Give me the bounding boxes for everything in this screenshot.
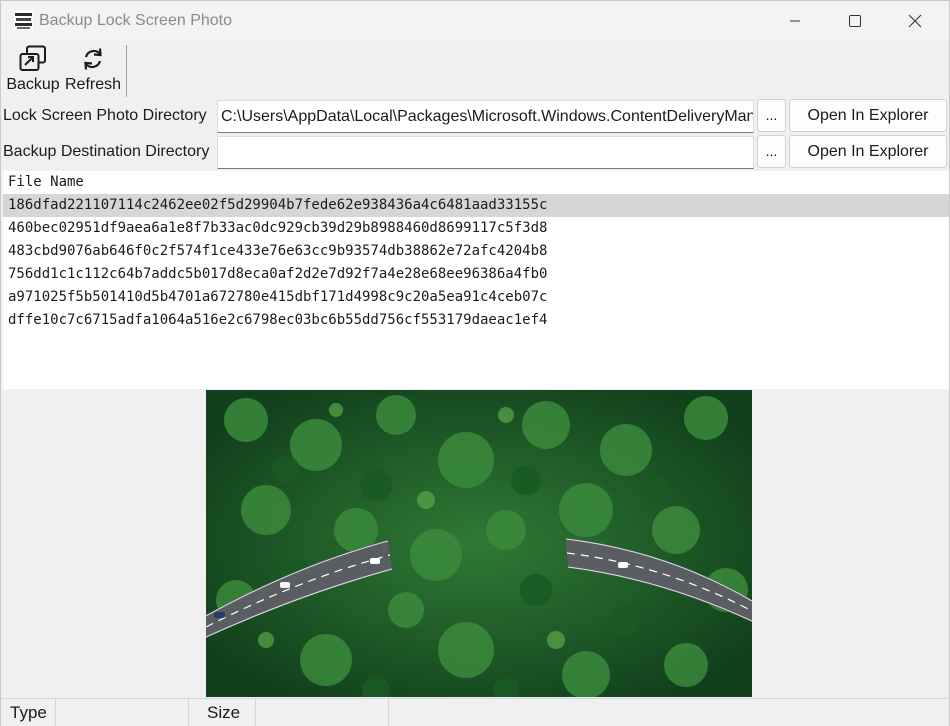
- status-type-label: Type: [10, 703, 47, 722]
- list-item[interactable]: 186dfad221107114c2462ee02f5d29904b7fede6…: [3, 194, 949, 217]
- lock-screen-dir-input[interactable]: C:\Users\AppData\Local\Packages\Microsof…: [217, 100, 754, 133]
- status-divider: [388, 699, 389, 726]
- backup-dir-input[interactable]: [217, 136, 754, 169]
- list-item[interactable]: dffe10c7c6715adfa1064a516e2c6798ec03bc6b…: [3, 309, 949, 332]
- minimize-button[interactable]: [765, 1, 825, 41]
- backup-dir-label: Backup Destination Directory: [3, 143, 210, 160]
- list-item[interactable]: 483cbd9076ab646f0c2f574f1ce433e76e63cc9b…: [3, 240, 949, 263]
- list-item[interactable]: a971025f5b501410d5b4701a672780e415dbf171…: [3, 286, 949, 309]
- refresh-label: Refresh: [64, 76, 122, 93]
- backup-icon: [19, 45, 46, 71]
- lock-screen-dir-label: Lock Screen Photo Directory: [3, 107, 207, 124]
- window-title: Backup Lock Screen Photo: [39, 12, 233, 29]
- backup-open-explorer-button[interactable]: Open In Explorer: [789, 135, 947, 168]
- app-window: Backup Lock Screen Photo Backup Refresh …: [0, 0, 950, 726]
- refresh-icon: [84, 48, 102, 70]
- list-item[interactable]: 460bec02951df9aea6a1e8f7b33ac0dc929cb39d…: [3, 217, 949, 240]
- maximize-button[interactable]: [825, 1, 885, 41]
- close-icon: [908, 14, 922, 28]
- status-bar: Type Size: [1, 698, 949, 726]
- status-size-label: Size: [207, 703, 241, 722]
- file-name-column-header[interactable]: File Name: [8, 174, 84, 190]
- backup-browse-button[interactable]: ...: [757, 135, 786, 168]
- refresh-button[interactable]: Refresh: [64, 43, 122, 97]
- maximize-icon: [849, 15, 861, 27]
- photo-preview: [206, 390, 752, 697]
- backup-label: Backup: [6, 76, 60, 93]
- file-list[interactable]: File Name 186dfad221107114c2462ee02f5d29…: [3, 171, 949, 389]
- toolbar: Backup Refresh: [1, 41, 949, 99]
- app-logo-icon: [14, 11, 33, 30]
- lock-screen-browse-button[interactable]: ...: [757, 99, 786, 132]
- status-divider: [55, 699, 56, 726]
- lock-screen-open-explorer-button[interactable]: Open In Explorer: [789, 99, 947, 132]
- minimize-icon: [790, 20, 800, 22]
- close-button[interactable]: [885, 1, 945, 41]
- status-divider: [255, 699, 256, 726]
- backup-button[interactable]: Backup: [5, 43, 61, 97]
- forest-road-image: [206, 390, 752, 697]
- status-divider: [188, 699, 189, 726]
- title-bar: Backup Lock Screen Photo: [1, 1, 949, 41]
- list-item[interactable]: 756dd1c1c112c64b7addc5b017d8eca0af2d2e7d…: [3, 263, 949, 286]
- toolbar-separator: [126, 45, 127, 97]
